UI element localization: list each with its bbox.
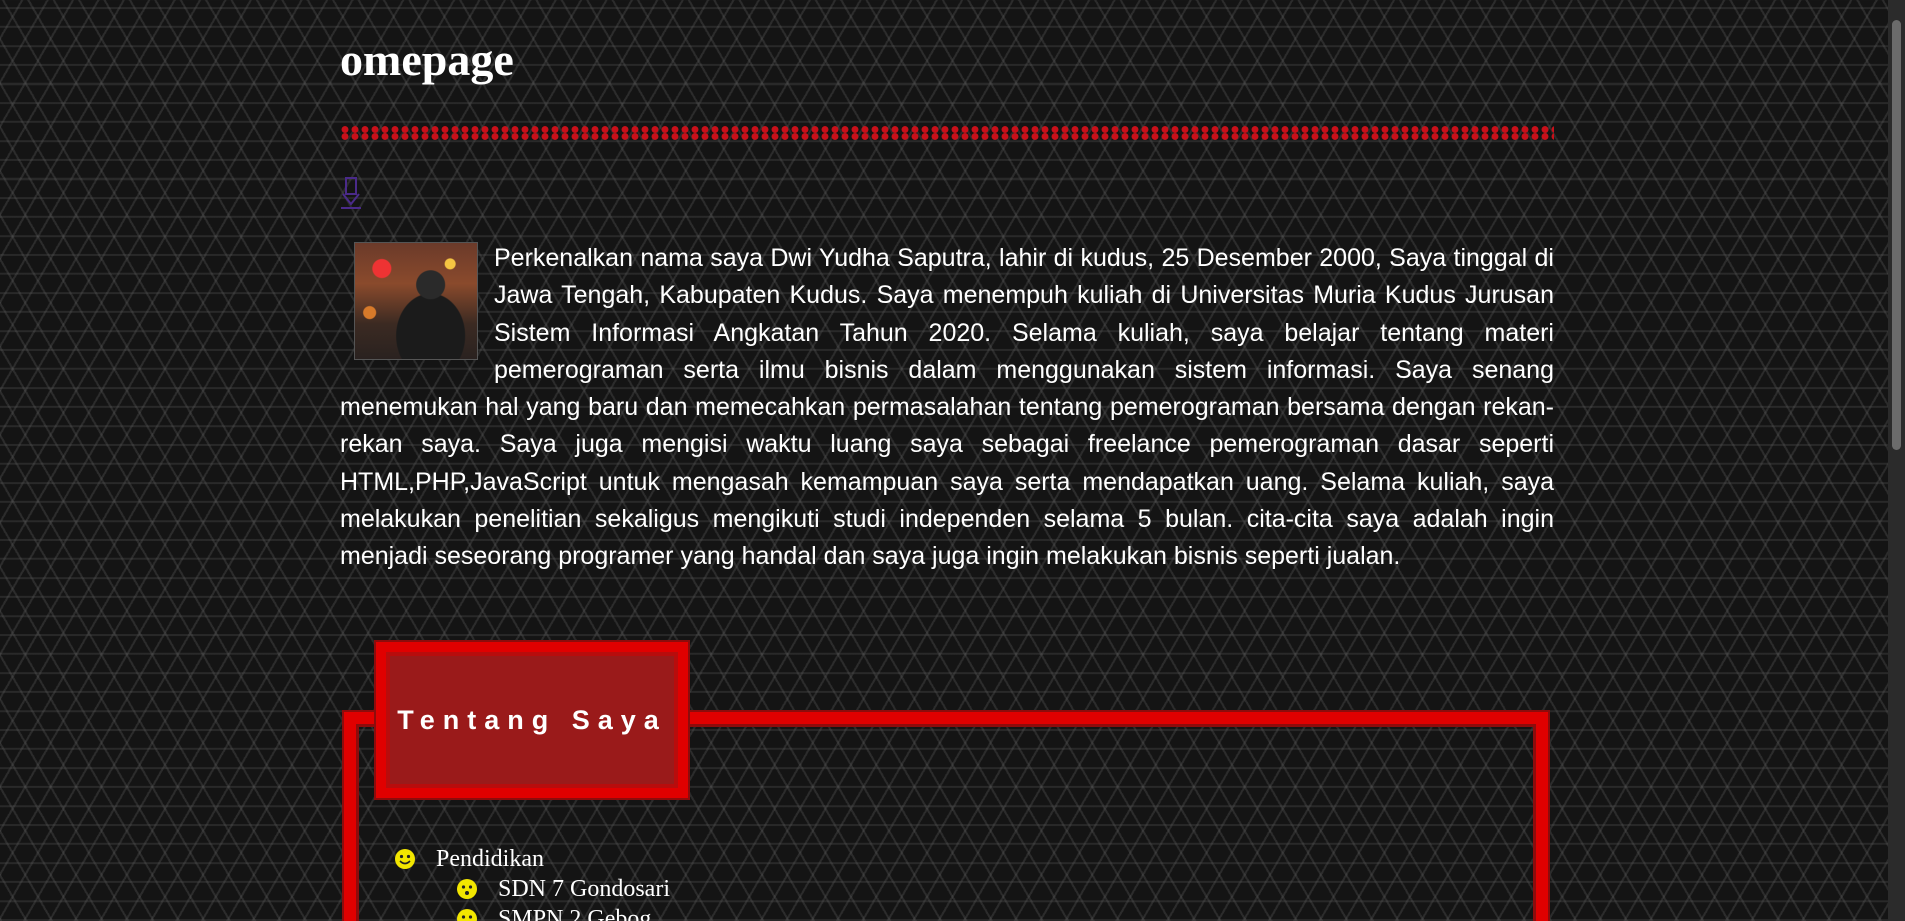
vertical-scrollbar[interactable] <box>1888 0 1905 921</box>
list-item-school: SMPN 2 Gebog <box>394 904 670 921</box>
about-card-heading: Tentang Saya <box>376 642 688 798</box>
list-item-education: Pendidikan <box>394 844 670 874</box>
list-item-school: SDN 7 Gondosari <box>394 874 670 904</box>
smiley-icon <box>395 849 415 869</box>
page-content: omepage Perkenalkan nama saya Dwi Yudha … <box>340 0 1554 921</box>
worried-face-icon <box>457 879 477 899</box>
page-title: omepage <box>340 34 514 85</box>
intro-text: Perkenalkan nama saya Dwi Yudha Saputra,… <box>340 244 1554 571</box>
dotted-divider <box>340 126 1554 140</box>
scrollbar-thumb[interactable] <box>1892 20 1901 450</box>
home-link[interactable] <box>340 176 362 210</box>
education-list: Pendidikan SDN 7 Gondosari SMPN 2 Gebog <box>394 844 670 921</box>
list-item-label: SMPN 2 Gebog <box>498 905 652 921</box>
profile-photo <box>354 242 478 360</box>
intro-paragraph: Perkenalkan nama saya Dwi Yudha Saputra,… <box>340 240 1554 576</box>
list-item-label: Pendidikan <box>436 845 544 872</box>
list-item-label: SDN 7 Gondosari <box>498 875 670 902</box>
about-card-heading-text: Tentang Saya <box>397 704 667 735</box>
worried-face-icon <box>457 909 477 921</box>
home-link-icon <box>341 177 361 209</box>
